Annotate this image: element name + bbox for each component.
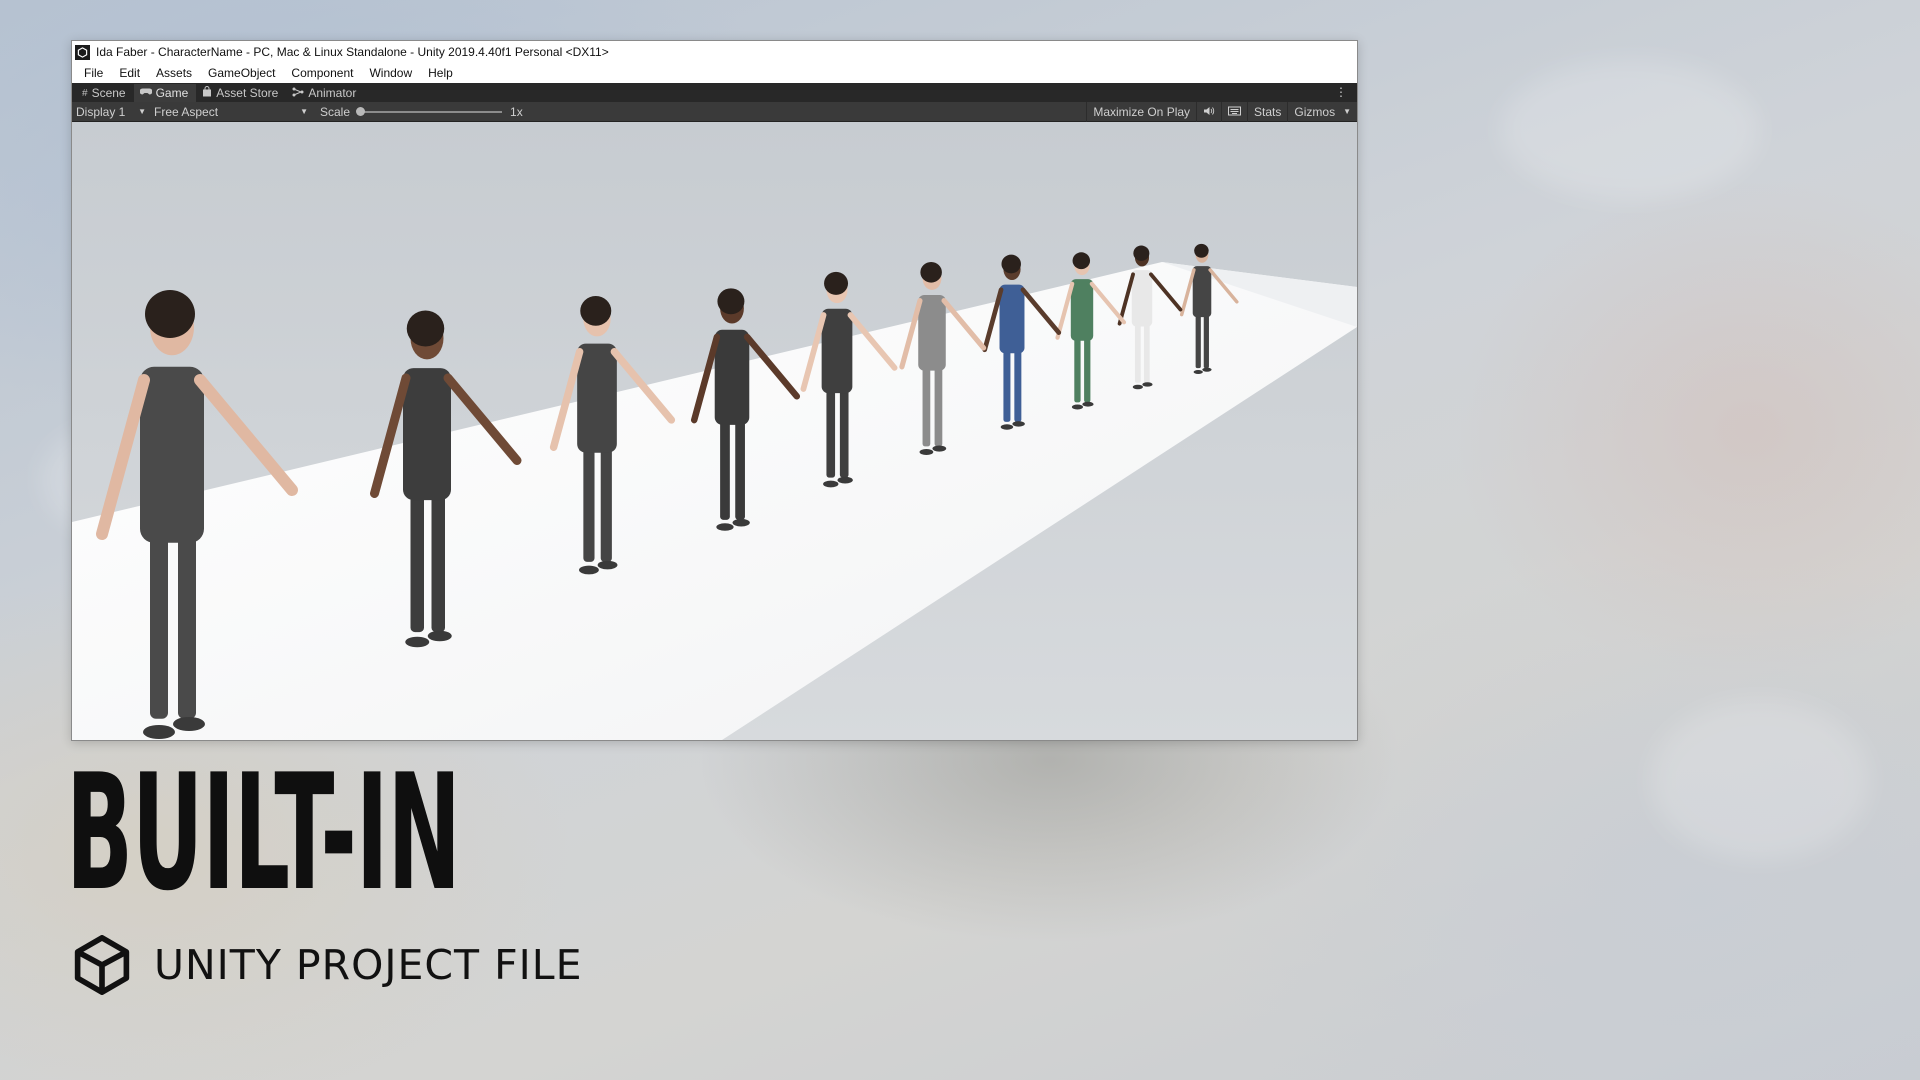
shopping-bag-icon <box>202 86 212 100</box>
scale-slider[interactable] <box>356 106 503 116</box>
window-title: Ida Faber - CharacterName - PC, Mac & Li… <box>96 45 609 59</box>
tab-animator[interactable]: Animator <box>286 84 364 102</box>
tab-scene-label: Scene <box>91 86 126 100</box>
subtitle-unity-project-file: UNITY PROJECT FILE <box>154 941 583 989</box>
menu-component[interactable]: Component <box>283 66 361 80</box>
tab-asset-store[interactable]: Asset Store <box>196 84 286 102</box>
game-scene-render <box>72 122 1357 740</box>
unity-logo-icon <box>74 935 130 995</box>
aspect-dropdown-label: Free Aspect <box>154 104 219 119</box>
display-dropdown-label: Display 1 <box>76 104 126 119</box>
window-title-bar: Ida Faber - CharacterName - PC, Mac & Li… <box>72 41 1357 63</box>
display-dropdown[interactable]: Display 1 ▼ <box>72 102 150 122</box>
tab-game[interactable]: Game <box>133 84 197 102</box>
scale-value: 1x <box>510 104 523 119</box>
scale-control: Scale 1x <box>312 105 523 119</box>
menu-window[interactable]: Window <box>361 66 420 80</box>
panel-options-icon[interactable]: ⋮ <box>1335 85 1347 99</box>
chevron-down-icon: ▼ <box>1343 107 1351 116</box>
stats-toggle[interactable]: Stats <box>1247 101 1287 122</box>
maximize-on-play-toggle[interactable]: Maximize On Play <box>1086 101 1196 122</box>
scene-grid-icon: # <box>82 87 88 99</box>
menu-file[interactable]: File <box>76 66 111 80</box>
menu-bar: File Edit Assets GameObject Component Wi… <box>72 63 1357 83</box>
mute-audio-toggle[interactable] <box>1196 101 1221 122</box>
gizmos-label: Gizmos <box>1294 104 1336 119</box>
chevron-down-icon: ▼ <box>138 107 146 116</box>
gamepad-icon <box>139 87 153 99</box>
scale-slider-thumb[interactable] <box>356 106 366 116</box>
aspect-dropdown[interactable]: Free Aspect ▼ <box>150 102 312 122</box>
tab-animator-label: Animator <box>308 86 357 100</box>
headline-built-in: BUILT-IN <box>66 739 461 926</box>
game-view-toolbar: Display 1 ▼ Free Aspect ▼ Scale 1x Maxim… <box>72 101 1357 122</box>
menu-assets[interactable]: Assets <box>148 66 200 80</box>
menu-gameobject[interactable]: GameObject <box>200 66 283 80</box>
tab-game-label: Game <box>155 86 189 100</box>
tab-scene[interactable]: # Scene <box>76 84 134 102</box>
unity-app-icon <box>75 44 90 60</box>
animator-icon <box>292 87 304 100</box>
editor-tab-strip: # Scene Game Asset Store Animator ⋮ <box>72 83 1357 102</box>
speaker-icon <box>1203 105 1215 119</box>
menu-help[interactable]: Help <box>420 66 461 80</box>
menu-edit[interactable]: Edit <box>111 66 148 80</box>
tab-asset-store-label: Asset Store <box>216 86 279 100</box>
keyboard-icon <box>1228 105 1242 119</box>
unity-editor-window: Ida Faber - CharacterName - PC, Mac & Li… <box>71 40 1358 741</box>
stats-label: Stats <box>1254 104 1282 119</box>
scale-label: Scale <box>320 104 351 119</box>
shortcuts-toggle[interactable] <box>1221 101 1247 122</box>
gizmos-dropdown[interactable]: Gizmos ▼ <box>1287 101 1357 122</box>
subtitle-row: UNITY PROJECT FILE <box>70 935 583 995</box>
game-viewport[interactable] <box>72 122 1357 740</box>
chevron-down-icon: ▼ <box>300 107 308 116</box>
maximize-on-play-label: Maximize On Play <box>1093 104 1191 119</box>
